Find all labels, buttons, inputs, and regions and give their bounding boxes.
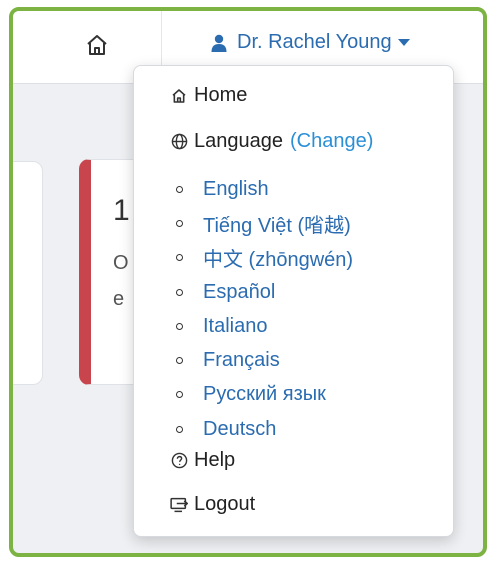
list-bullet [176, 219, 183, 227]
menu-item-language-label: Language [194, 130, 283, 152]
menu-item-home[interactable]: Home [170, 84, 247, 107]
globe-icon [170, 133, 188, 150]
list-bullet [176, 391, 183, 399]
logout-icon [170, 497, 188, 513]
home-icon [170, 88, 188, 104]
language-option-chinese[interactable]: 中文 (zhōngwén) [176, 241, 353, 275]
language-label: Español [203, 280, 276, 303]
language-option-vietnamese[interactable]: Tiếng Việt (㗂越) [176, 206, 353, 240]
list-bullet [176, 425, 183, 433]
menu-item-logout-label: Logout [194, 493, 256, 515]
app-frame: Dr. Rachel Young 1 O e Home Language (Ch… [9, 7, 487, 557]
menu-item-logout[interactable]: Logout [170, 493, 255, 516]
language-option-russian[interactable]: Русский язык [176, 378, 353, 412]
language-option-italian[interactable]: Italiano [176, 309, 353, 343]
caret-down-icon [397, 38, 410, 47]
person-icon [211, 34, 227, 52]
navbar-home-button[interactable] [77, 25, 117, 65]
help-circle-icon [170, 452, 188, 469]
language-label: Français [203, 349, 280, 372]
list-bullet [176, 322, 183, 330]
language-option-spanish[interactable]: Español [176, 275, 353, 309]
language-label: 中文 (zhōngwén) [203, 249, 354, 272]
list-bullet [176, 357, 183, 365]
language-option-german[interactable]: Deutsch [176, 412, 353, 446]
card-text-line-1: O [113, 252, 129, 274]
language-option-english[interactable]: English [176, 172, 353, 206]
card-number: 1 [113, 194, 130, 227]
menu-item-help[interactable]: Help [170, 449, 235, 472]
language-label: English [203, 177, 269, 200]
user-menu-toggle[interactable]: Dr. Rachel Young [211, 31, 410, 54]
menu-item-help-label: Help [194, 449, 236, 471]
list-bullet [176, 185, 183, 193]
menu-item-language: Language (Change) [170, 130, 373, 153]
list-bullet [176, 288, 183, 296]
language-option-french[interactable]: Français [176, 343, 353, 377]
user-dropdown-menu: Home Language (Change) English Tiếng Việ… [133, 65, 454, 537]
language-label: Deutsch [203, 417, 277, 440]
card-text-line-2: e [113, 288, 125, 310]
language-label: Italiano [203, 314, 268, 337]
background-card-left [13, 161, 43, 385]
user-name: Dr. Rachel Young [237, 31, 392, 53]
language-label: Tiếng Việt (㗂越) [203, 214, 351, 237]
list-bullet [176, 254, 183, 262]
change-language-link[interactable]: (Change) [290, 130, 373, 153]
home-icon [87, 35, 107, 55]
language-label: Русский язык [203, 383, 326, 406]
menu-item-home-label: Home [194, 84, 248, 106]
language-list: English Tiếng Việt (㗂越) 中文 (zhōngwén) Es… [176, 172, 353, 446]
